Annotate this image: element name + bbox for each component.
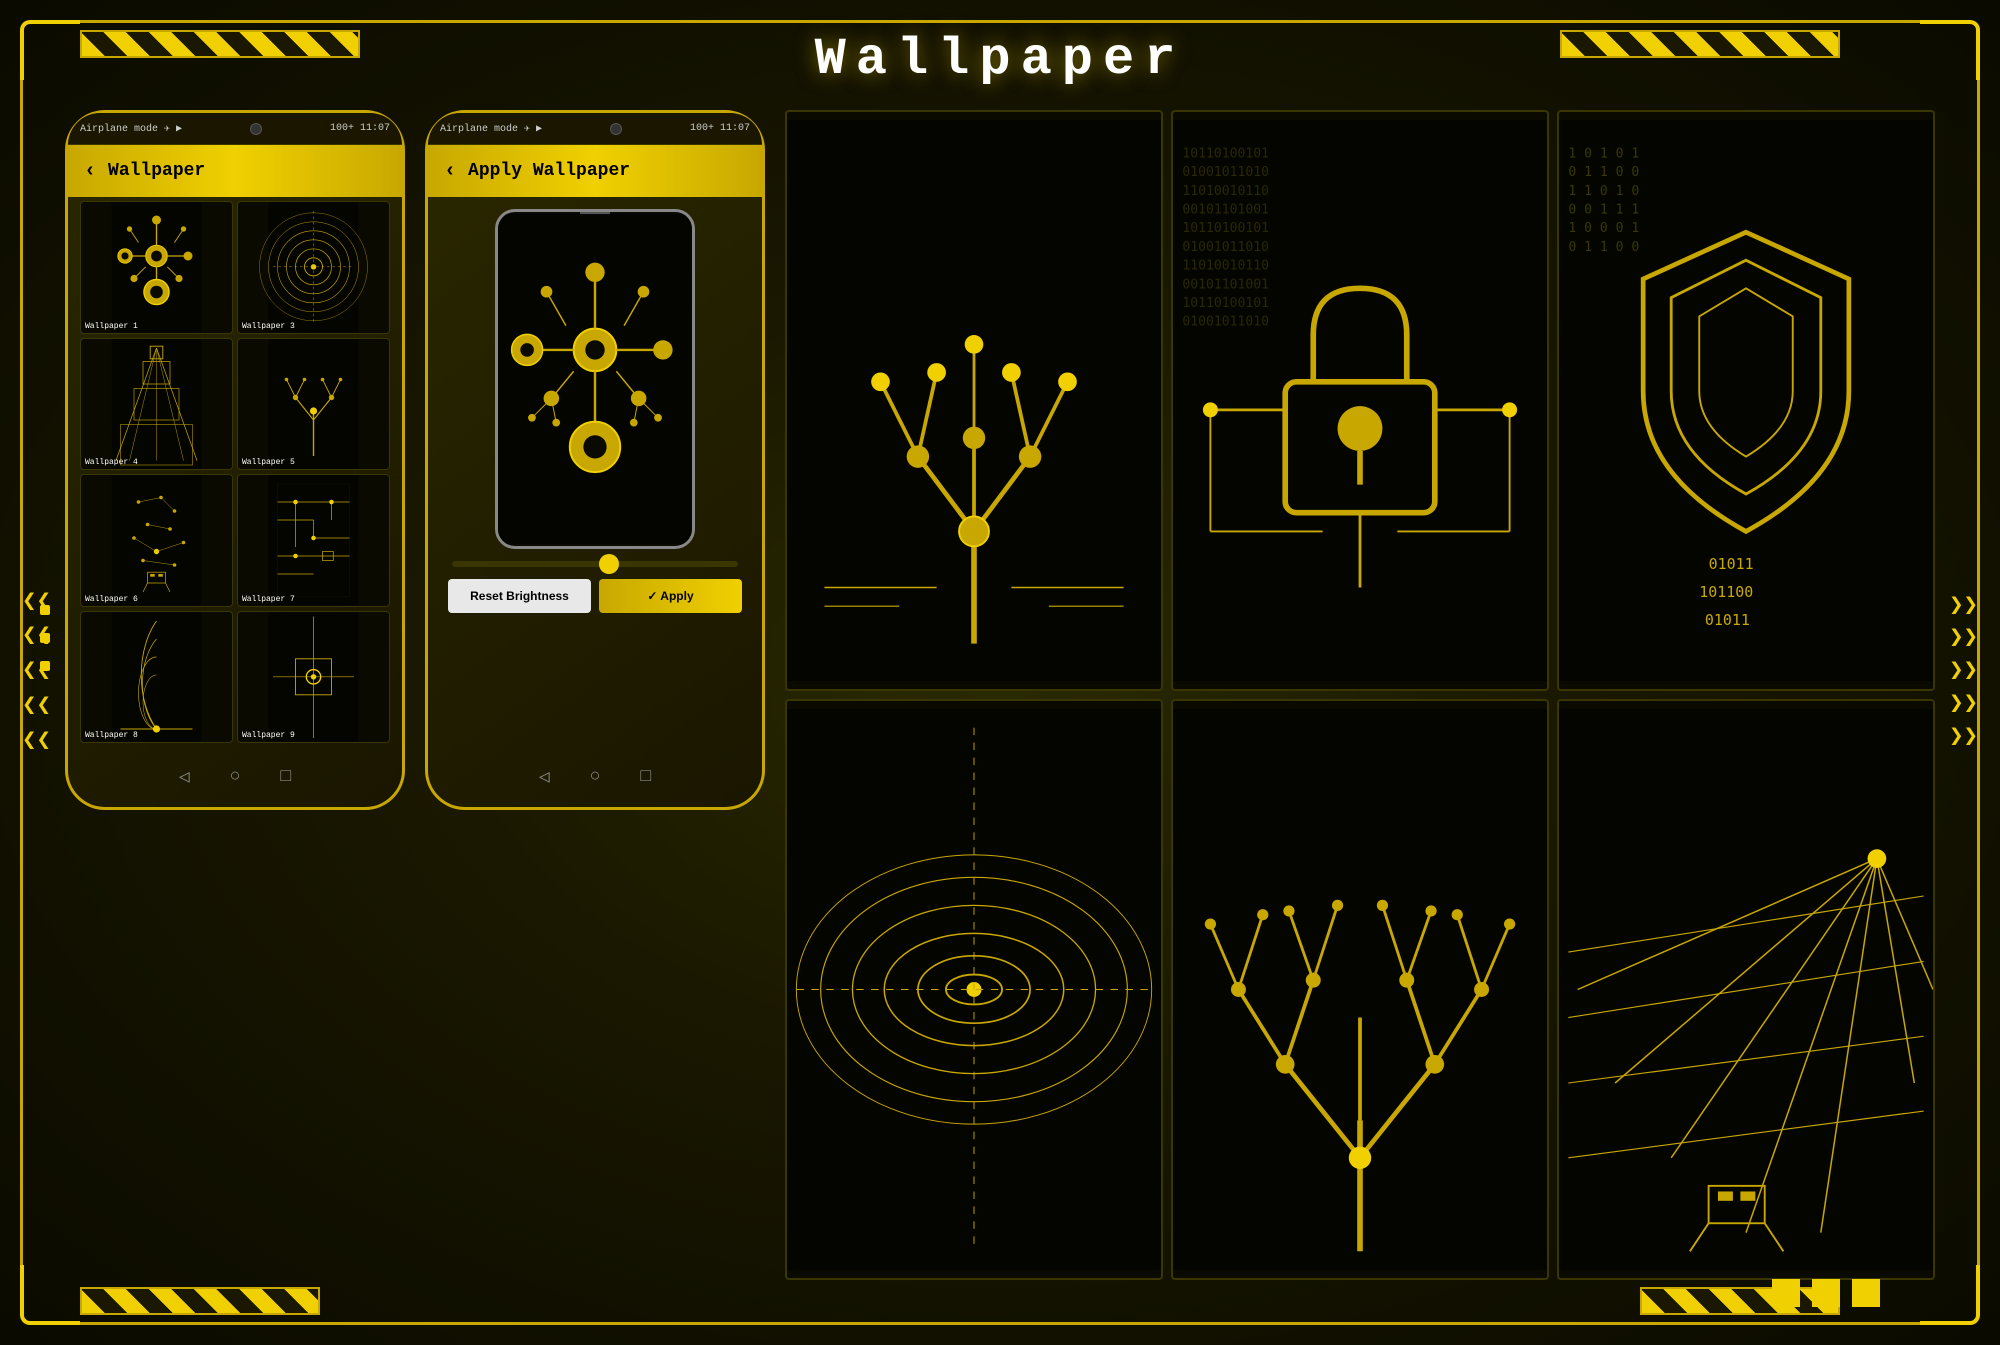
gallery-item-1[interactable] (785, 110, 1163, 691)
wallpaper-item-6[interactable]: Wallpaper 6 (80, 474, 233, 607)
svg-text:10110100101: 10110100101 (1182, 296, 1269, 311)
wallpaper-grid-2col: Wallpaper 1 Wallpape (76, 197, 394, 747)
chevron-right-2: ❯❯ (1949, 625, 1978, 654)
indicator-3 (1852, 1279, 1880, 1307)
gallery-item-4[interactable] (785, 699, 1163, 1280)
left-phone-nav: ◁ ○ □ (68, 755, 402, 799)
svg-text:1 0 1 0 1: 1 0 1 0 1 (1568, 146, 1639, 161)
svg-text:10110100101: 10110100101 (1182, 146, 1269, 161)
wallpaper-5-label: Wallpaper 5 (242, 458, 295, 467)
apply-phone-content: Reset Brightness ✓ Apply (428, 197, 762, 747)
brightness-thumb[interactable] (599, 554, 619, 574)
reset-brightness-button[interactable]: Reset Brightness (448, 579, 591, 613)
chevron-right-5: ❯❯ (1949, 724, 1978, 753)
left-phone-status-left: Airplane mode ✈ ▶ (80, 123, 182, 135)
gallery-section: 10110100101 01001011010 11010010110 0010… (785, 110, 1935, 1280)
gallery-item-6[interactable] (1557, 699, 1935, 1280)
page-title: Wallpaper (815, 30, 1186, 89)
svg-text:01001011010: 01001011010 (1182, 165, 1269, 180)
left-phone-header: ‹ Wallpaper (68, 145, 402, 197)
corner-tr (1920, 20, 1980, 80)
hazard-stripe-bottom-left (80, 1287, 320, 1315)
svg-text:11010010110: 11010010110 (1182, 259, 1269, 274)
wallpaper-item-7[interactable]: Wallpaper 7 (237, 474, 390, 607)
svg-text:01011: 01011 (1705, 611, 1750, 629)
right-phone-status-right: 100+ 11:07 (690, 123, 750, 134)
content-area: Airplane mode ✈ ▶ 100+ 11:07 ‹ Wallpaper (65, 110, 1935, 1280)
wallpaper-9-label: Wallpaper 9 (242, 731, 295, 740)
left-phone-status-right: 100+ 11:07 (330, 123, 390, 134)
right-phone-nav: ◁ ○ □ (428, 755, 762, 799)
apply-button[interactable]: ✓ Apply (599, 579, 742, 613)
svg-text:10110100101: 10110100101 (1182, 221, 1269, 236)
svg-text:00101101001: 00101101001 (1182, 203, 1269, 218)
right-phone-status-bar: Airplane mode ✈ ▶ 100+ 11:07 (428, 113, 762, 145)
indicator-1 (1772, 1279, 1800, 1307)
svg-text:01001011010: 01001011010 (1182, 240, 1269, 255)
svg-text:0 1 1 0 0: 0 1 1 0 0 (1568, 165, 1639, 180)
left-phone-title: Wallpaper (108, 161, 205, 181)
chevron-left-5: ❮❮ (22, 728, 51, 757)
indicator-2 (1812, 1279, 1840, 1307)
svg-text:01011: 01011 (1709, 555, 1754, 573)
apply-buttons: Reset Brightness ✓ Apply (440, 579, 750, 613)
nav-recent-icon[interactable]: □ (280, 767, 291, 787)
dot-1 (40, 605, 50, 615)
right-chevrons: ❯❯ ❯❯ ❯❯ ❯❯ ❯❯ (1949, 593, 1978, 753)
wallpaper-preview (495, 209, 695, 549)
wallpaper-6-label: Wallpaper 6 (85, 595, 138, 604)
left-dots (40, 605, 50, 671)
gallery-item-3[interactable]: 1 0 1 0 1 0 1 1 0 0 1 1 0 1 0 0 0 1 1 1 … (1557, 110, 1935, 691)
chevron-right-4: ❯❯ (1949, 691, 1978, 720)
chevron-right-1: ❯❯ (1949, 593, 1978, 622)
wallpaper-4-label: Wallpaper 4 (85, 458, 138, 467)
wallpaper-7-label: Wallpaper 7 (242, 595, 295, 604)
right-nav-back-icon[interactable]: ◁ (539, 766, 550, 788)
left-phone-camera (250, 123, 262, 135)
hazard-stripe-top-right (1560, 30, 1840, 58)
svg-text:1 1 0 1 0: 1 1 0 1 0 (1568, 184, 1639, 199)
wallpaper-item-3[interactable]: Wallpaper 3 (237, 201, 390, 334)
right-nav-recent-icon[interactable]: □ (640, 767, 651, 787)
left-phone-status-bar: Airplane mode ✈ ▶ 100+ 11:07 (68, 113, 402, 145)
chevron-left-4: ❮❮ (22, 693, 51, 722)
brightness-slider[interactable] (452, 561, 738, 567)
right-back-button[interactable]: ‹ (444, 160, 456, 183)
right-nav-home-icon[interactable]: ○ (590, 767, 601, 787)
hazard-stripe-top-left (80, 30, 360, 58)
right-phone: Airplane mode ✈ ▶ 100+ 11:07 ‹ Apply Wal… (425, 110, 765, 810)
svg-text:01001011010: 01001011010 (1182, 315, 1269, 330)
svg-text:11010010110: 11010010110 (1182, 184, 1269, 199)
gallery-item-2[interactable]: 10110100101 01001011010 11010010110 0010… (1171, 110, 1549, 691)
wallpaper-1-label: Wallpaper 1 (85, 322, 138, 331)
svg-text:00101101001: 00101101001 (1182, 277, 1269, 292)
left-back-button[interactable]: ‹ (84, 160, 96, 183)
svg-text:0 1 1 0 0: 0 1 1 0 0 (1568, 240, 1639, 255)
wallpaper-item-4[interactable]: Wallpaper 4 (80, 338, 233, 471)
svg-text:0 0 1 1 1: 0 0 1 1 1 (1568, 203, 1639, 218)
svg-text:101100: 101100 (1699, 583, 1753, 601)
apply-wallpaper-title: Apply Wallpaper (468, 161, 630, 181)
chevron-right-3: ❯❯ (1949, 658, 1978, 687)
left-phone: Airplane mode ✈ ▶ 100+ 11:07 ‹ Wallpaper (65, 110, 405, 810)
corner-tl (20, 20, 80, 80)
brightness-slider-container (440, 561, 750, 567)
svg-text:1 0 0 0 1: 1 0 0 0 1 (1568, 221, 1639, 236)
wallpaper-item-9[interactable]: Wallpaper 9 (237, 611, 390, 744)
wallpaper-3-label: Wallpaper 3 (242, 322, 295, 331)
nav-home-icon[interactable]: ○ (230, 767, 241, 787)
wallpaper-item-1[interactable]: Wallpaper 1 (80, 201, 233, 334)
right-phone-status-left: Airplane mode ✈ ▶ (440, 123, 542, 135)
gallery-item-5[interactable] (1171, 699, 1549, 1280)
wallpaper-item-8[interactable]: Wallpaper 8 (80, 611, 233, 744)
wallpaper-8-label: Wallpaper 8 (85, 731, 138, 740)
bottom-indicators (1772, 1279, 1880, 1307)
nav-back-icon[interactable]: ◁ (179, 766, 190, 788)
right-phone-camera (610, 123, 622, 135)
dot-2 (40, 633, 50, 643)
wallpaper-item-5[interactable]: Wallpaper 5 (237, 338, 390, 471)
dot-3 (40, 661, 50, 671)
right-phone-header: ‹ Apply Wallpaper (428, 145, 762, 197)
